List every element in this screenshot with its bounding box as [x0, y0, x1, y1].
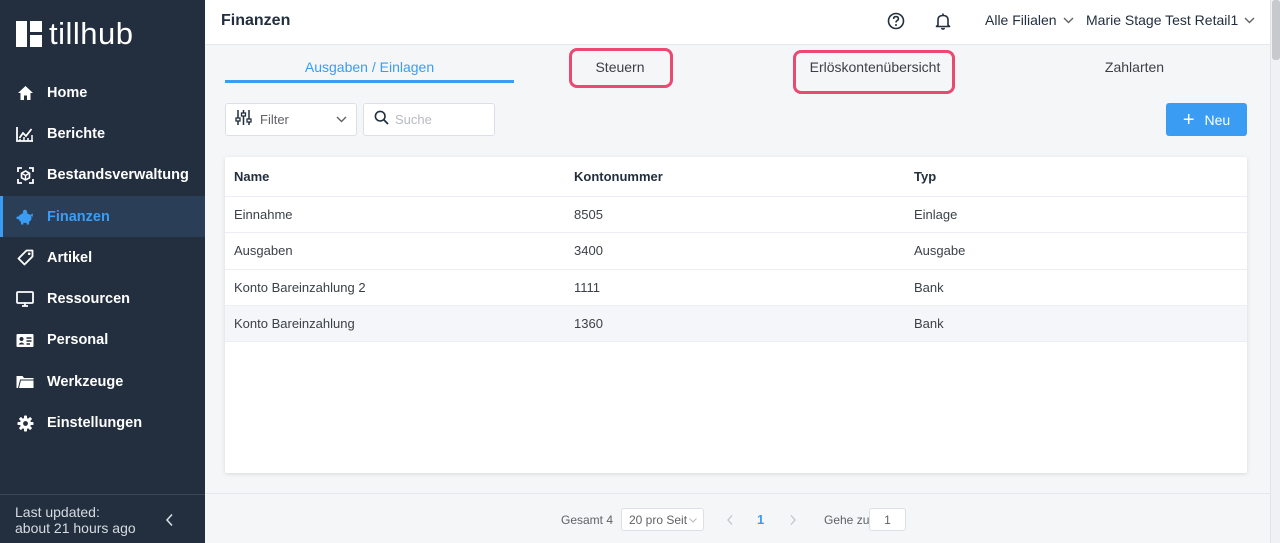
new-button-label: Neu	[1204, 111, 1231, 128]
chevron-down-icon	[336, 116, 347, 123]
page-title: Finanzen	[221, 12, 291, 29]
page-scrollbar-track[interactable]	[1270, 0, 1280, 543]
chart-icon	[16, 125, 34, 143]
tab-erloeskontenuebersicht[interactable]: Erlöskontenübersicht	[770, 46, 980, 84]
cell-kontonummer: 8505	[574, 207, 603, 223]
table-header-row: Name Kontonummer Typ	[225, 157, 1247, 197]
search-input[interactable]	[395, 112, 485, 127]
chevron-down-icon	[1244, 17, 1255, 23]
column-header-typ[interactable]: Typ	[914, 169, 936, 184]
branch-select[interactable]: Alle Filialen	[985, 12, 1074, 28]
collapse-sidebar-chevron-left-icon[interactable]	[163, 513, 177, 527]
cell-name: Konto Bareinzahlung	[234, 316, 355, 332]
sidebar-item-label: Home	[47, 84, 88, 101]
finance-tabs: Ausgaben / Einlagen Steuern Erlöskontenü…	[225, 46, 1247, 84]
cell-typ: Ausgabe	[914, 243, 966, 259]
sidebar-item-berichte[interactable]: Berichte	[0, 113, 205, 154]
filter-button-label: Filter	[260, 112, 289, 127]
top-header: Finanzen Alle Filialen Marie Stage Test …	[205, 0, 1270, 45]
sliders-icon	[235, 109, 252, 131]
branch-select-value: Alle Filialen	[985, 12, 1057, 28]
cell-kontonummer: 1360	[574, 316, 603, 332]
logo-text: tillhub	[49, 16, 134, 51]
prev-page-chevron-left-icon[interactable]	[725, 513, 735, 525]
user-select[interactable]: Marie Stage Test Retail1	[1086, 12, 1255, 28]
sidebar-item-label: Ressourcen	[47, 291, 131, 308]
sidebar-item-label: Personal	[47, 332, 109, 349]
page-size-select[interactable]: 20 pro Seit	[621, 508, 704, 531]
chevron-down-icon	[689, 518, 697, 523]
sidebar-item-home[interactable]: Home	[0, 72, 205, 113]
cell-typ: Bank	[914, 279, 944, 295]
home-icon	[16, 84, 34, 102]
sidebar: tillhub Home Berichte Bestandsverwaltung…	[0, 0, 205, 543]
column-header-kontonummer[interactable]: Kontonummer	[574, 169, 663, 184]
cell-name: Ausgaben	[234, 243, 293, 259]
table-row[interactable]: Konto Bareinzahlung 1360 Bank	[225, 305, 1247, 343]
search-box	[363, 103, 495, 136]
cell-typ: Bank	[914, 316, 944, 332]
sidebar-item-label: Berichte	[47, 125, 106, 142]
pagination: Gesamt 4 20 pro Seit 1 Gehe zu	[205, 493, 1270, 543]
new-button[interactable]: + Neu	[1166, 103, 1247, 136]
app-logo[interactable]: tillhub	[16, 18, 134, 50]
cell-typ: Einlage	[914, 207, 958, 223]
monitor-icon	[16, 290, 34, 308]
search-icon	[374, 110, 389, 130]
gear-icon	[16, 414, 34, 432]
sidebar-item-werkzeuge[interactable]: Werkzeuge	[0, 361, 205, 402]
goto-page-label: Gehe zu	[824, 513, 870, 527]
table-row[interactable]: Einnahme 8505 Einlage	[225, 197, 1247, 234]
help-icon[interactable]	[886, 11, 906, 31]
page-size-value: 20 pro Seit	[629, 513, 688, 527]
user-select-value: Marie Stage Test Retail1	[1086, 12, 1239, 28]
table-row[interactable]: Ausgaben 3400 Ausgabe	[225, 233, 1247, 270]
column-header-name[interactable]: Name	[234, 169, 269, 184]
filter-button[interactable]: Filter	[225, 103, 357, 136]
inventory-icon	[16, 166, 34, 184]
last-updated-info: Last updated: about 21 hours ago	[0, 494, 205, 543]
cell-name: Konto Bareinzahlung 2	[234, 279, 366, 295]
tab-zahlarten[interactable]: Zahlarten	[1053, 46, 1216, 84]
folder-icon	[16, 373, 34, 391]
sidebar-item-bestandsverwaltung[interactable]: Bestandsverwaltung	[0, 155, 205, 196]
plus-icon: +	[1182, 108, 1195, 131]
logo-mark-icon	[16, 21, 42, 47]
sidebar-item-ressourcen[interactable]: Ressourcen	[0, 278, 205, 319]
page-number-current[interactable]: 1	[757, 512, 764, 527]
chevron-down-icon	[1063, 17, 1074, 23]
id-card-icon	[16, 331, 34, 349]
sidebar-item-label: Werkzeuge	[47, 373, 124, 390]
sidebar-item-einstellungen[interactable]: Einstellungen	[0, 402, 205, 443]
next-page-chevron-right-icon[interactable]	[788, 513, 798, 525]
tag-icon	[16, 249, 34, 267]
table-row[interactable]: Konto Bareinzahlung 2 1111 Bank	[225, 270, 1247, 306]
cell-kontonummer: 3400	[574, 243, 603, 259]
tab-steuern[interactable]: Steuern	[540, 46, 700, 84]
sidebar-item-personal[interactable]: Personal	[0, 320, 205, 361]
page-scrollbar-thumb[interactable]	[1272, 0, 1280, 60]
goto-page-input[interactable]	[869, 508, 906, 531]
pagination-total: Gesamt 4	[561, 513, 614, 527]
sidebar-item-label: Einstellungen	[47, 415, 143, 432]
notifications-bell-icon[interactable]	[933, 11, 953, 31]
tab-ausgaben-einlagen[interactable]: Ausgaben / Einlagen	[225, 46, 514, 84]
sidebar-item-label: Bestandsverwaltung	[47, 167, 189, 184]
sidebar-item-artikel[interactable]: Artikel	[0, 237, 205, 278]
cell-kontonummer: 1111	[574, 279, 601, 295]
sidebar-item-label: Artikel	[47, 249, 93, 266]
sidebar-item-label: Finanzen	[47, 208, 110, 225]
sidebar-nav: Home Berichte Bestandsverwaltung Finanze…	[0, 72, 205, 444]
sidebar-item-finanzen[interactable]: Finanzen	[0, 195, 205, 238]
accounts-table: Name Kontonummer Typ Einnahme 8505 Einla…	[225, 157, 1247, 473]
cell-name: Einnahme	[234, 207, 293, 223]
piggy-bank-icon	[16, 208, 34, 226]
